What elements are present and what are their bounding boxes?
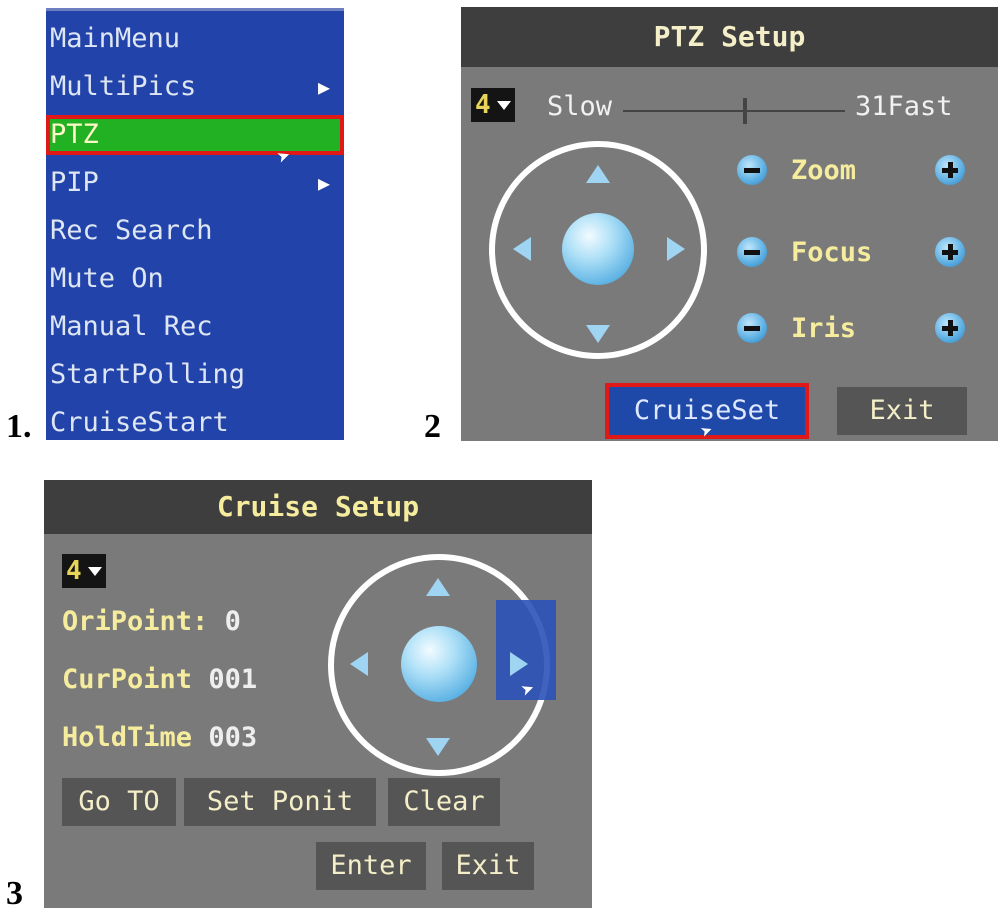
speed-fast-label: Fast [887,91,953,122]
menu-item-label: Rec Search [50,215,213,246]
submenu-arrow-icon: ▶ [317,75,330,99]
menu-item-start-polling[interactable]: StartPolling [46,355,344,395]
go-to-button[interactable]: Go TO [62,778,176,826]
cur-point-label: CurPoint [62,664,193,695]
pan-left-icon[interactable] [513,237,531,261]
exit-button[interactable]: Exit [442,842,534,890]
speed-slider-track[interactable] [623,110,845,112]
iris-minus-icon[interactable] [737,313,767,343]
focus-label: Focus [791,237,873,268]
menu-item-pip[interactable]: PIP ▶ [46,163,344,203]
menu-item-label: Mute On [50,263,164,294]
menu-item-label: MultiPics [50,71,197,102]
speed-slider-handle[interactable] [743,98,748,124]
menu-item-label: MainMenu [50,23,181,54]
menu-item-label: CruiseStart [50,407,229,438]
channel-value: 4 [475,90,491,120]
step-number-3: 3 [6,875,23,912]
channel-dropdown[interactable]: 4 [62,554,106,588]
pan-down-icon[interactable] [426,738,450,756]
ptz-setup-panel: PTZ Setup 4 Slow 31Fast Zoom Focus Iris … [461,7,998,441]
pan-right-icon[interactable] [510,652,528,676]
menu-item-label: Manual Rec [50,311,213,342]
joystick-center-button[interactable] [401,626,477,702]
ori-point-field: OriPoint: 0 [62,606,241,637]
menu-item-mute-on[interactable]: Mute On [46,259,344,299]
menu-item-label: StartPolling [50,359,246,390]
menu-item-mainmenu[interactable]: MainMenu [46,19,344,59]
zoom-minus-icon[interactable] [737,155,767,185]
focus-plus-icon[interactable] [935,237,965,267]
menu-item-multipics[interactable]: MultiPics ▶ [46,67,344,107]
set-point-button[interactable]: Set Ponit [184,778,376,826]
menu-item-cruise-start[interactable]: CruiseStart [46,403,344,443]
enter-button[interactable]: Enter [316,842,426,890]
menu-item-manual-rec[interactable]: Manual Rec [46,307,344,347]
menu-item-ptz[interactable]: PTZ [46,115,344,155]
iris-label: Iris [791,313,857,344]
pan-right-icon[interactable] [667,237,685,261]
step-number-1: 1. [6,408,32,445]
channel-dropdown[interactable]: 4 [471,88,515,122]
menu-item-label: PIP [50,167,99,198]
iris-plus-icon[interactable] [935,313,965,343]
ori-point-value: 0 [224,606,241,637]
submenu-arrow-icon: ▶ [317,171,330,195]
hold-time-value[interactable]: 003 [208,722,257,753]
focus-minus-icon[interactable] [737,237,767,267]
hold-time-label: HoldTime [62,722,193,753]
pan-up-icon[interactable] [586,165,610,183]
speed-slow-label: Slow [547,91,613,122]
pan-up-icon[interactable] [426,578,450,596]
chevron-down-icon [87,567,102,576]
pan-down-icon[interactable] [586,325,610,343]
pan-left-icon[interactable] [350,652,368,676]
cur-point-value[interactable]: 001 [208,664,257,695]
chevron-down-icon [496,101,511,110]
menu-item-rec-search[interactable]: Rec Search [46,211,344,251]
cur-point-field[interactable]: CurPoint 001 [62,664,257,695]
step-number-2: 2 [424,408,441,445]
panel-title: PTZ Setup [461,7,998,67]
main-menu-panel: MainMenu MultiPics ▶ PTZ PIP ▶ Rec Search … [46,8,344,440]
cruise-setup-panel: Cruise Setup 4 OriPoint: 0 CurPoint 001 … [44,480,592,908]
exit-button[interactable]: Exit [837,387,967,435]
hold-time-field[interactable]: HoldTime 003 [62,722,257,753]
menu-item-label: PTZ [50,119,99,150]
joystick-center-button[interactable] [562,213,634,285]
zoom-label: Zoom [791,155,857,186]
ori-point-label: OriPoint: [62,606,209,637]
clear-button[interactable]: Clear [388,778,500,826]
speed-value: 31 [855,91,888,122]
zoom-plus-icon[interactable] [935,155,965,185]
panel-title: Cruise Setup [44,480,592,534]
speed-readout: 31Fast [855,91,953,122]
channel-value: 4 [66,556,82,586]
